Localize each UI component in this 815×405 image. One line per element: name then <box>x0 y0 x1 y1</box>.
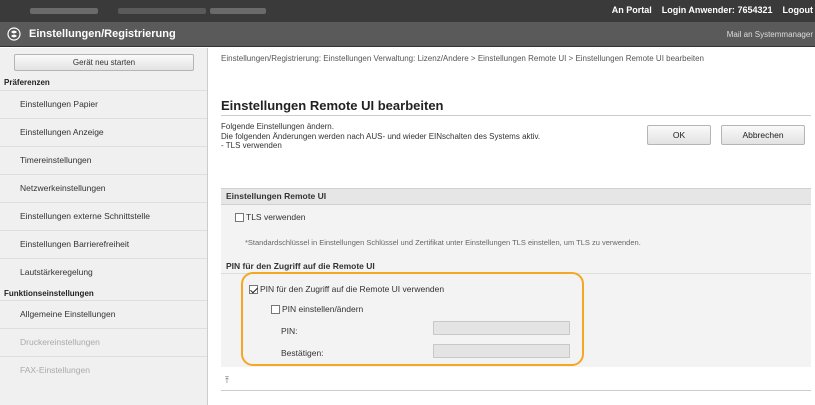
sidebar-item-fax[interactable]: FAX-Einstellungen <box>0 356 207 405</box>
sidebar-item-accessibility[interactable]: Einstellungen Barrierefreiheit <box>0 230 207 258</box>
sidebar-section-preferences: Präferenzen <box>4 78 50 87</box>
mail-link[interactable]: Mail an Systemmanager <box>727 30 813 39</box>
sidebar-item-volume[interactable]: Lautstärkeregelung <box>0 258 207 286</box>
info-text: Folgende Einstellungen ändern. Die folge… <box>221 122 641 151</box>
scroll-top-icon[interactable]: ⤒ <box>225 375 229 386</box>
login-user: Login Anwender: 7654321 <box>662 5 773 15</box>
tls-checkbox-row[interactable]: TLS verwenden <box>235 212 306 223</box>
settings-logo-icon <box>7 27 21 41</box>
top-bar: An Portal Login Anwender: 7654321 Logout <box>0 0 815 22</box>
tls-note: *Standardschlüssel in Einstellungen Schl… <box>245 238 641 247</box>
tls-checkbox[interactable] <box>235 213 244 223</box>
blurred-text <box>118 8 206 14</box>
section-header-remote-ui: Einstellungen Remote UI <box>221 188 811 205</box>
app-title: Einstellungen/Registrierung <box>29 28 176 40</box>
sidebar-item-network[interactable]: Netzwerkeinstellungen <box>0 174 207 202</box>
sidebar-item-printer[interactable]: Druckereinstellungen <box>0 328 207 356</box>
info-line: - TLS verwenden <box>221 141 282 150</box>
tls-checkbox-label: TLS verwenden <box>246 212 306 222</box>
title-bar: Einstellungen/Registrierung Mail an Syst… <box>0 22 815 47</box>
ok-button[interactable]: OK <box>647 125 711 145</box>
login-label: Login Anwender: <box>661 5 735 15</box>
highlight-frame <box>241 272 584 366</box>
blurred-text <box>210 8 266 14</box>
blurred-text <box>30 8 98 14</box>
sidebar-item-general[interactable]: Allgemeine Einstellungen <box>0 300 207 328</box>
info-line: Folgende Einstellungen ändern. <box>221 122 334 131</box>
info-line: Die folgenden Änderungen werden nach AUS… <box>221 131 541 141</box>
cancel-button[interactable]: Abbrechen <box>721 125 805 145</box>
restart-device-button[interactable]: Gerät neu starten <box>14 54 194 71</box>
portal-link[interactable]: An Portal <box>612 5 652 15</box>
breadcrumb: Einstellungen/Registrierung: Einstellung… <box>221 54 704 63</box>
sidebar-item-display[interactable]: Einstellungen Anzeige <box>0 118 207 146</box>
page-title: Einstellungen Remote UI bearbeiten <box>221 98 444 113</box>
login-user-id: 7654321 <box>737 5 773 15</box>
divider <box>221 390 811 391</box>
sidebar-item-external-interface[interactable]: Einstellungen externe Schnittstelle <box>0 202 207 230</box>
top-links: An Portal Login Anwender: 7654321 Logout <box>612 5 813 15</box>
sidebar-item-timer[interactable]: Timereinstellungen <box>0 146 207 174</box>
sidebar: Gerät neu starten Präferenzen Einstellun… <box>0 48 208 405</box>
sidebar-section-functions: Funktionseinstellungen <box>4 289 94 298</box>
sidebar-item-paper[interactable]: Einstellungen Papier <box>0 90 207 118</box>
logout-link[interactable]: Logout <box>783 5 814 15</box>
divider <box>221 115 811 116</box>
